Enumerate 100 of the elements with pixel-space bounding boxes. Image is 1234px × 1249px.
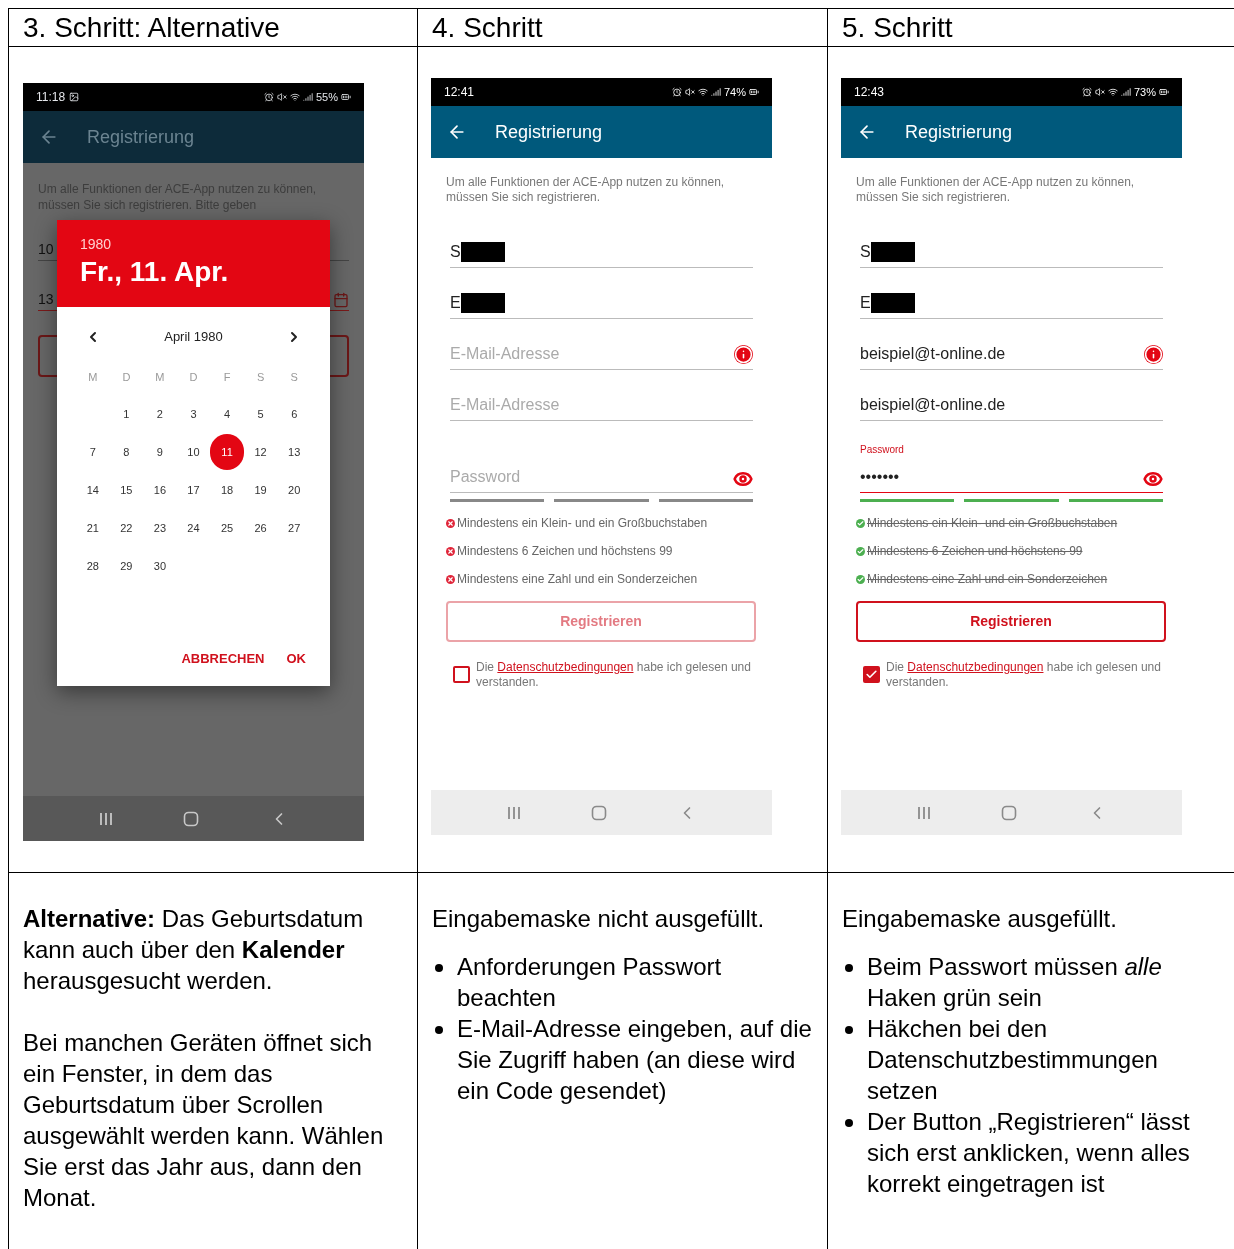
year-label[interactable]: 1980 (80, 234, 307, 255)
app-bar-title: Registrierung (905, 120, 1013, 144)
calendar-day[interactable]: 8 (109, 434, 144, 470)
eye-icon[interactable] (733, 469, 753, 489)
requirement-text: Mindestens 6 Zeichen und höchstens 99 (867, 543, 1083, 560)
requirement-text: Mindestens eine Zahl und ein Sonderzeichen (457, 571, 698, 588)
calendar-day[interactable]: 14 (76, 472, 110, 508)
recent-apps-icon[interactable] (505, 805, 522, 820)
calendar-day[interactable]: 3 (176, 396, 211, 432)
recent-apps-icon[interactable] (915, 805, 932, 820)
privacy-link[interactable]: Datenschutzbedingungen (497, 660, 634, 674)
requirement-text: Mindestens eine Zahl und ein Sonderzeichen (867, 571, 1108, 588)
signal-icon (302, 92, 313, 102)
calendar-icon[interactable] (333, 292, 349, 308)
calendar-day[interactable]: 26 (243, 510, 278, 546)
battery-level: 74% (723, 84, 746, 100)
intro-text: Um alle Funktionen der ACE-App nutzen zu können, müssen Sie sich registrieren. (446, 175, 726, 205)
weekday-label: F (222, 369, 232, 385)
calendar-day[interactable]: 24 (176, 510, 211, 546)
calendar-day[interactable]: 17 (176, 472, 211, 508)
calendar-day[interactable]: 20 (277, 472, 311, 508)
calendar-day[interactable]: 28 (76, 548, 110, 584)
intro-text: Um alle Funktionen der ACE-App nutzen zu können, müssen Sie sich registrieren. (856, 175, 1136, 205)
mute-icon (684, 87, 695, 97)
calendar-day[interactable]: 29 (109, 548, 144, 584)
input-field[interactable]: beispiel@t-online.de (860, 390, 1163, 421)
dialog-action-button[interactable]: ABBRECHEN (181, 648, 265, 668)
bullet-text: Der Button „Registrieren“ lässt sich erst anklicken, wenn alles korrekt eingetragen ist (867, 1107, 1191, 1199)
calendar-day[interactable]: 10 (176, 434, 211, 470)
home-icon[interactable] (1001, 804, 1018, 821)
calendar-day[interactable]: 19 (243, 472, 278, 508)
step-heading: 5. Schritt (842, 11, 953, 44)
status-time: 11:18 (36, 89, 66, 106)
wifi-icon (289, 92, 300, 102)
weekday-label: D (188, 369, 199, 385)
battery-level: 73% (1133, 84, 1156, 100)
signal-icon (710, 87, 721, 97)
home-icon[interactable] (591, 804, 608, 821)
bullet-text: E-Mail-Adresse eingeben, auf die Sie Zugriff haben (an diese wird ein Code gesendet) (457, 1014, 813, 1106)
calendar-day[interactable]: 21 (76, 510, 110, 546)
check-icon (865, 668, 878, 681)
battery-icon (749, 87, 759, 97)
input-field[interactable]: S (450, 237, 753, 268)
calendar-day[interactable]: 30 (143, 548, 177, 584)
recent-apps-icon[interactable] (97, 811, 114, 826)
bullet-text: Häkchen bei den Datenschutzbestimmungen setzen (867, 1014, 1159, 1106)
consent-text: Die Datenschutzbedingungen habe ich gelesen und verstanden. (886, 660, 1162, 690)
description-text: Alternative: Das Geburtsdatum kann auch über den Kalender herausgesucht werden. (23, 904, 365, 996)
description-text: Bei manchen Geräten öffnet sich ein Fenster, in dem das Geburtsdatum über Scrollen ausgewählt werden kann. Wählen Sie erst das Jahr aus, dann den Monat. (23, 1028, 385, 1213)
status-time: 12:43 (854, 84, 885, 101)
calendar-day[interactable]: 25 (210, 510, 244, 546)
month-label: April 1980 (164, 328, 223, 346)
image-icon (69, 92, 80, 102)
weekday-label: M (87, 369, 99, 385)
eye-icon[interactable] (1143, 469, 1163, 489)
wifi-icon (697, 87, 708, 97)
calendar-day[interactable]: 5 (243, 396, 278, 432)
bullet-text: Anforderungen Passwort beachten (457, 952, 723, 1013)
step-heading: 3. Schritt: Alternative (23, 11, 280, 44)
app-bar-title: Registrierung (495, 120, 603, 144)
consent-checkbox[interactable] (863, 666, 880, 683)
alarm-icon (263, 92, 274, 102)
calendar-day[interactable]: 22 (109, 510, 144, 546)
calendar-day[interactable]: 27 (277, 510, 311, 546)
input-field[interactable]: S (860, 237, 1163, 268)
input-field[interactable]: E (450, 288, 753, 319)
app-bar-title: Registrierung (87, 125, 195, 149)
description-text: Eingabemaske nicht ausgefüllt. (432, 904, 766, 934)
calendar-day[interactable]: 6 (277, 396, 311, 432)
mute-icon (1094, 87, 1105, 97)
register-button[interactable]: Registrieren (856, 601, 1166, 642)
calendar-day[interactable]: 12 (243, 434, 278, 470)
calendar-day[interactable]: 16 (143, 472, 177, 508)
mute-icon (276, 92, 287, 102)
step-heading: 4. Schritt (432, 11, 543, 44)
battery-icon (1159, 87, 1169, 97)
calendar-day[interactable]: 9 (143, 434, 177, 470)
weekday-label: M (154, 369, 166, 385)
calendar-day[interactable]: 4 (210, 396, 244, 432)
calendar-day[interactable]: 2 (143, 396, 177, 432)
battery-icon (341, 92, 351, 102)
calendar-day[interactable]: 18 (210, 472, 244, 508)
calendar-day[interactable]: 23 (143, 510, 177, 546)
alarm-icon (671, 87, 682, 97)
calendar-day[interactable]: 13 (277, 434, 311, 470)
alarm-icon (1081, 87, 1092, 97)
input-field[interactable]: beispiel@t-online.de (860, 339, 1163, 370)
calendar-day[interactable]: 11 (210, 434, 244, 470)
signal-icon (1120, 87, 1131, 97)
consent-checkbox[interactable] (453, 666, 470, 683)
calendar-day[interactable]: 1 (109, 396, 144, 432)
dialog-action-button[interactable]: OK (286, 648, 306, 668)
privacy-link[interactable]: Datenschutzbedingungen (907, 660, 1044, 674)
description-text: Eingabemaske ausgefüllt. (842, 904, 1118, 934)
calendar-day[interactable]: 15 (109, 472, 144, 508)
battery-level: 55% (315, 89, 338, 105)
status-time: 12:41 (444, 84, 475, 101)
calendar-day[interactable]: 7 (76, 434, 110, 470)
input-field[interactable]: E (860, 288, 1163, 319)
home-icon[interactable] (183, 810, 200, 827)
